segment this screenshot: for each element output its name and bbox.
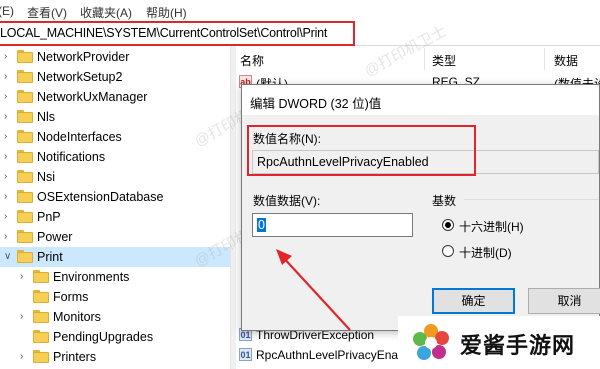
logo-text: 爱酱手游网 — [460, 333, 576, 358]
flower-logo-icon — [413, 324, 449, 360]
flower-center-icon — [425, 337, 437, 349]
arrow-shaft — [280, 254, 351, 331]
annotation-arrow — [276, 249, 351, 331]
arrow-head — [276, 249, 292, 265]
petal-icon — [413, 332, 427, 346]
petal-icon — [435, 331, 449, 345]
site-logo: 爱酱手游网 — [398, 316, 600, 369]
